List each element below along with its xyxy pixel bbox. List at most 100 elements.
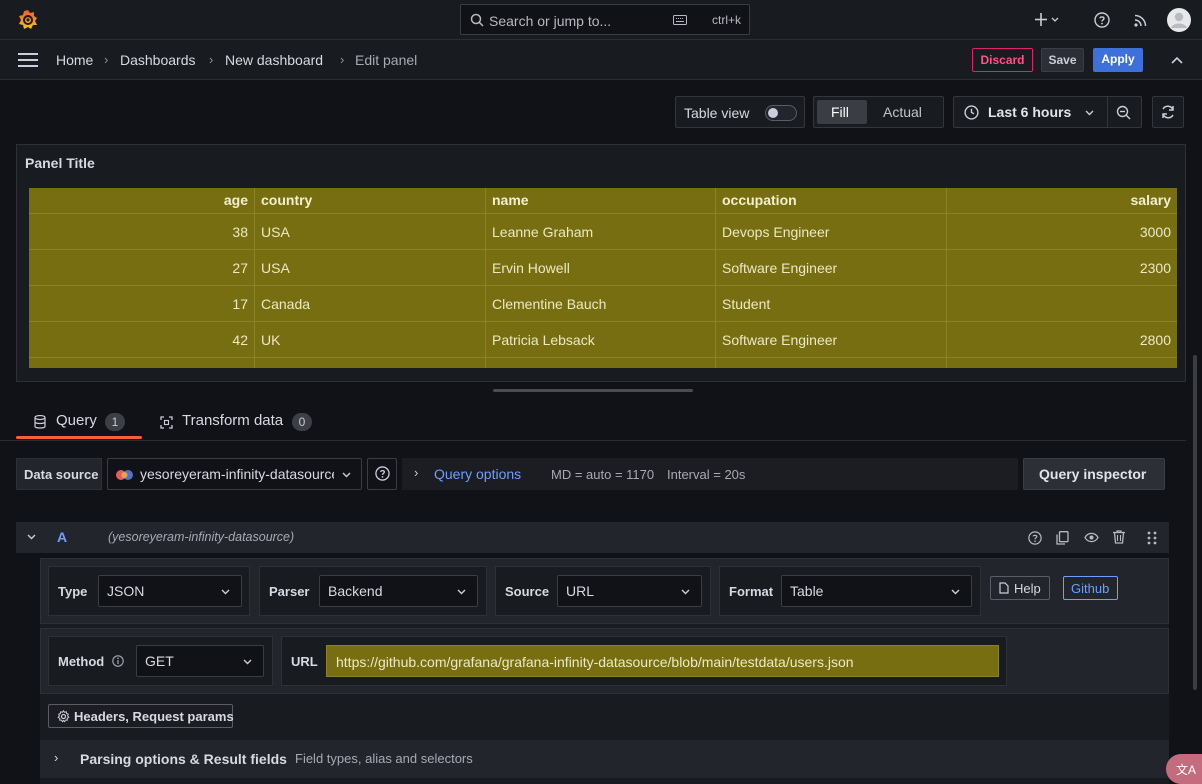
avatar[interactable] (1167, 8, 1191, 32)
query-datasource-name: (yesoreyeram-infinity-datasource) (108, 530, 295, 544)
breadcrumb-new-dashboard[interactable]: New dashboard (225, 52, 323, 68)
menu-icon[interactable] (18, 53, 38, 67)
tab-transform-data[interactable]: Transform data (182, 412, 283, 429)
table-row (29, 358, 1177, 368)
datasource-label: Data source (24, 467, 99, 482)
news-feed-icon[interactable] (1133, 12, 1149, 28)
cell-salary: 3000 (1139, 224, 1171, 240)
datasource-picker[interactable]: yesoreyeram-infinity-datasource (107, 458, 362, 490)
search-input[interactable]: Search or jump to... ctrl+k (460, 4, 750, 35)
parser-group: Parser Backend (259, 566, 487, 616)
gear-icon (57, 710, 70, 723)
fill-option[interactable]: Fill (817, 100, 867, 124)
help-icon[interactable] (1094, 12, 1110, 28)
pane-resize-handle[interactable] (493, 389, 693, 392)
table-row: 27 USA Ervin Howell Software Engineer 23… (29, 250, 1177, 286)
chevron-right-icon: › (414, 465, 419, 480)
cell-salary: 2800 (1139, 332, 1171, 348)
parsing-options-desc: Field types, alias and selectors (295, 751, 473, 766)
data-table: age country name occupation salary 38 US… (29, 188, 1177, 368)
type-select[interactable]: JSON (98, 575, 242, 607)
query-ref-id[interactable]: A (57, 529, 67, 545)
table-view-switch[interactable] (765, 105, 797, 121)
parser-select[interactable]: Backend (319, 575, 478, 607)
eye-icon[interactable] (1084, 532, 1099, 543)
translate-icon[interactable]: 文A (1166, 754, 1202, 784)
column-header-occupation[interactable]: occupation (716, 188, 947, 214)
cell-name: Clementine Bauch (486, 286, 716, 322)
discard-button[interactable]: Discard (972, 48, 1033, 72)
datasource-label-box: Data source (16, 458, 102, 490)
query-inspector-button[interactable]: Query inspector (1023, 458, 1165, 490)
chevron-down-icon (457, 589, 466, 595)
source-select[interactable]: URL (557, 575, 702, 607)
zoom-out-icon[interactable] (1116, 105, 1131, 120)
cell-name: Ervin Howell (486, 250, 716, 286)
scrollbar[interactable] (1193, 355, 1197, 690)
query-row-header[interactable]: A (yesoreyeram-infinity-datasource) (16, 522, 1169, 553)
help-button[interactable]: Help (990, 576, 1050, 600)
refresh-icon (1160, 104, 1176, 120)
drag-handle-icon[interactable] (1147, 531, 1157, 545)
url-label: URL (291, 654, 318, 669)
transform-count-badge: 0 (292, 413, 312, 431)
column-header-country[interactable]: country (255, 188, 486, 214)
url-input[interactable]: https://github.com/grafana/grafana-infin… (326, 645, 999, 677)
chevron-down-icon[interactable] (27, 534, 36, 540)
max-data-points: MD = auto = 1170 (551, 467, 655, 482)
format-label: Format (729, 584, 774, 599)
parsing-options-title: Parsing options & Result fields (80, 751, 287, 767)
parsing-options-section[interactable]: › Parsing options & Result fields Field … (40, 740, 1169, 778)
keyboard-icon (673, 15, 687, 25)
apply-button[interactable]: Apply (1093, 48, 1143, 72)
cell-age: 27 (29, 250, 255, 286)
table-view-toggle[interactable]: Table view (675, 96, 805, 128)
query-count-badge: 1 (105, 413, 125, 431)
column-header-age[interactable]: age (29, 188, 255, 214)
format-select[interactable]: Table (781, 575, 972, 607)
github-button[interactable]: Github (1063, 576, 1118, 600)
breadcrumb-dashboards[interactable]: Dashboards (120, 52, 196, 68)
breadcrumb-home[interactable]: Home (56, 52, 93, 68)
refresh-button[interactable] (1152, 96, 1184, 128)
cell-occupation: Software Engineer (716, 322, 947, 358)
column-header-name[interactable]: name (486, 188, 716, 214)
help-icon[interactable] (1028, 531, 1042, 545)
time-range-picker[interactable]: Last 6 hours (953, 96, 1142, 128)
time-range-label: Last 6 hours (988, 104, 1072, 120)
table-row: 38 USA Leanne Graham Devops Engineer 300… (29, 214, 1177, 250)
source-label: Source (505, 584, 550, 599)
trash-icon[interactable] (1113, 530, 1125, 544)
cell-age: 17 (29, 286, 255, 322)
chevron-down-icon (681, 589, 690, 595)
chevron-up-icon[interactable] (1171, 56, 1183, 64)
grafana-logo-icon[interactable] (16, 8, 40, 32)
format-group: Format Table (719, 566, 981, 616)
actual-option[interactable]: Actual (883, 104, 922, 120)
save-button[interactable]: Save (1041, 48, 1084, 72)
chevron-down-icon (951, 589, 960, 595)
cell-salary (947, 286, 1177, 322)
datasource-help-button[interactable] (367, 458, 397, 490)
table-header-row: age country name occupation salary (29, 188, 1177, 214)
column-header-salary[interactable]: salary (947, 188, 1177, 214)
headers-request-params-button[interactable]: Headers, Request params (48, 704, 234, 728)
chevron-right-icon: › (340, 52, 345, 67)
method-group: Method GET (48, 636, 273, 686)
database-icon (34, 415, 46, 429)
fill-actual-toggle: Fill Actual (813, 96, 944, 128)
panel-title[interactable]: Panel Title (25, 155, 95, 171)
table-view-label: Table view (684, 105, 750, 121)
tab-query[interactable]: Query (56, 412, 97, 429)
query-options-label[interactable]: Query options (434, 466, 521, 482)
query-options-bar[interactable]: › Query options MD = auto = 1170 Interva… (402, 458, 1018, 490)
cell-age: 38 (29, 214, 255, 250)
info-icon[interactable] (112, 655, 124, 667)
cell-occupation: Software Engineer (716, 250, 947, 286)
chevron-right-icon: › (209, 52, 214, 67)
cell-name: Leanne Graham (486, 214, 716, 250)
search-placeholder: Search or jump to... (489, 13, 612, 29)
duplicate-icon[interactable] (1056, 531, 1069, 545)
method-select[interactable]: GET (136, 645, 264, 677)
add-new-icon[interactable] (1034, 12, 1062, 28)
